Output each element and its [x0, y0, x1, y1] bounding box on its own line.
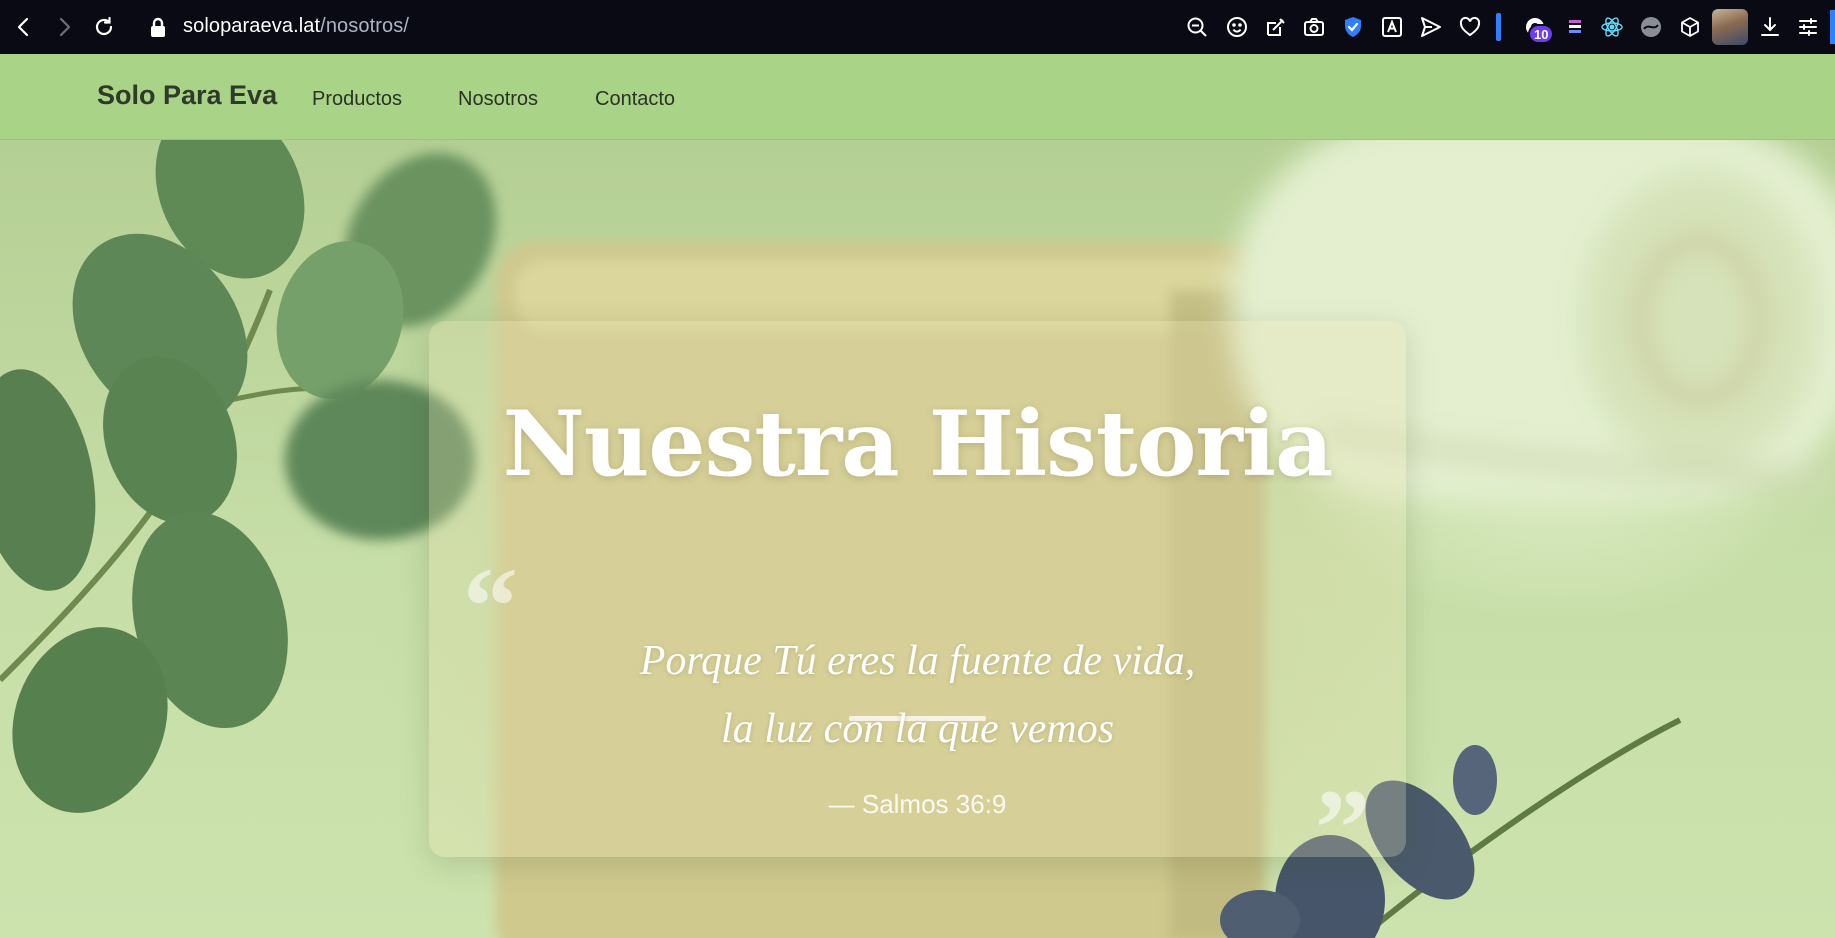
heart-icon[interactable] — [1457, 14, 1483, 40]
edit-image-icon[interactable] — [1263, 14, 1289, 40]
zoom-out-icon[interactable] — [1184, 14, 1210, 40]
quote-citation: — Salmos 36:9 — [828, 789, 1007, 819]
vpn-icon[interactable] — [1638, 14, 1664, 40]
url-path: /nosotros/ — [320, 15, 409, 37]
site-header: Solo Para Eva Productos Nosotros Contact… — [0, 54, 1835, 140]
close-quote-icon: ” — [1315, 767, 1370, 889]
profile-avatar-icon[interactable] — [1712, 9, 1748, 45]
settings-sliders-icon[interactable] — [1795, 14, 1821, 40]
url-host: soloparaeva.lat — [183, 15, 321, 37]
address-bar[interactable]: soloparaeva.lat/nosotros/ — [183, 15, 409, 38]
story-card: Nuestra Historia “ Porque Tú eres la fue… — [429, 321, 1406, 883]
shield-check-icon[interactable] — [1340, 14, 1366, 40]
music-extension-icon[interactable] — [1562, 14, 1588, 40]
hero-section: Nuestra Historia “ Porque Tú eres la fue… — [0, 140, 1835, 938]
react-devtools-icon[interactable] — [1599, 14, 1625, 40]
lock-icon — [148, 16, 168, 38]
reload-icon[interactable] — [90, 13, 118, 41]
toolbar-separator — [1496, 13, 1501, 41]
brand-logo[interactable]: Solo Para Eva — [97, 80, 277, 111]
back-icon[interactable] — [10, 13, 38, 41]
send-icon[interactable] — [1418, 14, 1444, 40]
forward-icon[interactable] — [50, 13, 78, 41]
cube-icon[interactable] — [1677, 14, 1703, 40]
sidebar-edge-indicator — [1830, 10, 1835, 44]
nav-link-contacto[interactable]: Contacto — [595, 88, 675, 111]
quote-line: Porque Tú eres la fuente de vida, — [639, 638, 1196, 684]
nav-link-nosotros[interactable]: Nosotros — [458, 88, 538, 111]
download-icon[interactable] — [1757, 14, 1783, 40]
page-title: Nuestra Historia — [502, 391, 1334, 497]
extension-badge: 10 — [1528, 24, 1555, 44]
quote-line: la luz con la que vemos — [720, 706, 1115, 752]
emoji-icon[interactable] — [1224, 14, 1250, 40]
camera-icon[interactable] — [1301, 14, 1327, 40]
nav-link-productos[interactable]: Productos — [312, 88, 402, 111]
browser-toolbar: soloparaeva.lat/nosotros/ 10 — [0, 0, 1835, 54]
translate-icon[interactable] — [1379, 14, 1405, 40]
